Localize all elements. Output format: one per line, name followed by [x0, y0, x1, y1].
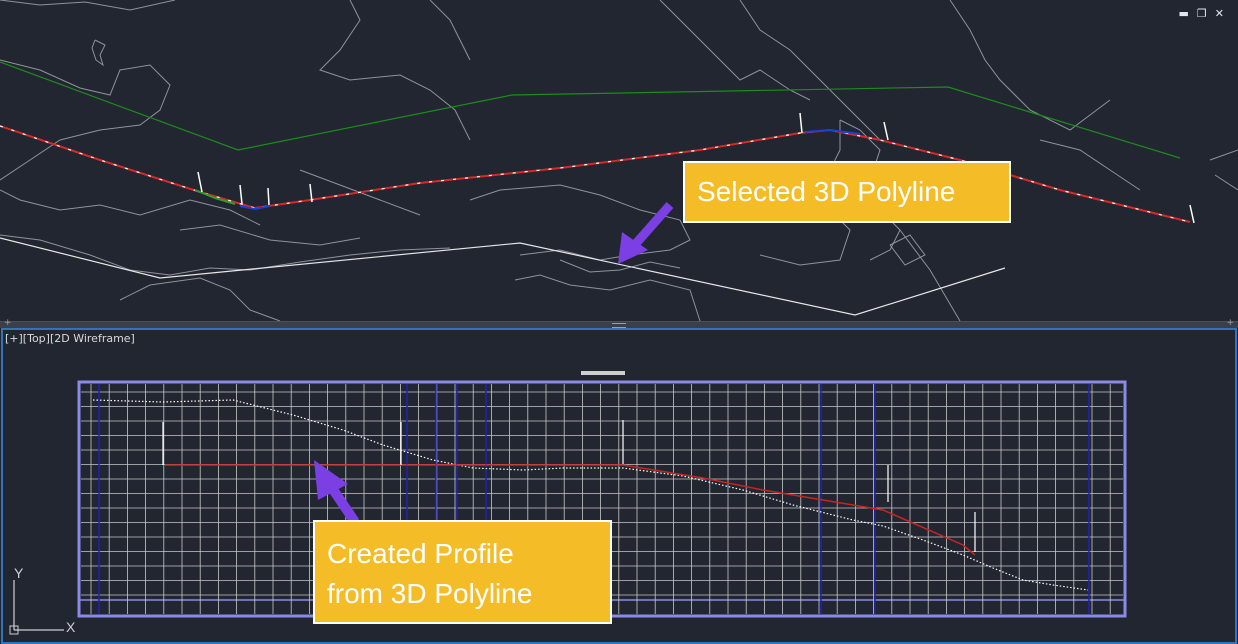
- green-alignment: [0, 61, 1181, 159]
- ucs-icon: Y X: [9, 565, 76, 635]
- callout-selected-text: Selected 3D Polyline: [697, 176, 956, 207]
- restore-icon[interactable]: ❐: [1197, 8, 1207, 20]
- drawing-canvas-top: [0, 0, 1238, 321]
- callout-created-line2: from 3D Polyline: [327, 578, 533, 609]
- window-controls: ▬ ❐ ✕: [1179, 8, 1225, 20]
- profile-view-canvas: [77, 371, 1127, 618]
- ucs-x-label: X: [66, 619, 76, 635]
- model-viewport-bottom[interactable]: [+][Top][2D Wireframe]: [1, 328, 1237, 644]
- viewport-label[interactable]: [+][Top][2D Wireframe]: [5, 332, 135, 345]
- model-viewport-top[interactable]: ▬ ❐ ✕ Selected 3D Polyline: [0, 0, 1238, 321]
- close-icon[interactable]: ✕: [1215, 8, 1224, 20]
- callout-selected-polyline: Selected 3D Polyline: [683, 161, 1011, 223]
- minimize-icon[interactable]: ▬: [1179, 8, 1189, 20]
- callout-created-profile: Created Profile from 3D Polyline: [313, 520, 612, 624]
- profile-title-mark: [581, 371, 625, 375]
- selected-3d-polyline[interactable]: [0, 125, 1191, 223]
- callout-created-line1: Created Profile: [327, 538, 514, 569]
- ucs-y-label: Y: [14, 565, 24, 581]
- white-polyline: [0, 237, 1006, 316]
